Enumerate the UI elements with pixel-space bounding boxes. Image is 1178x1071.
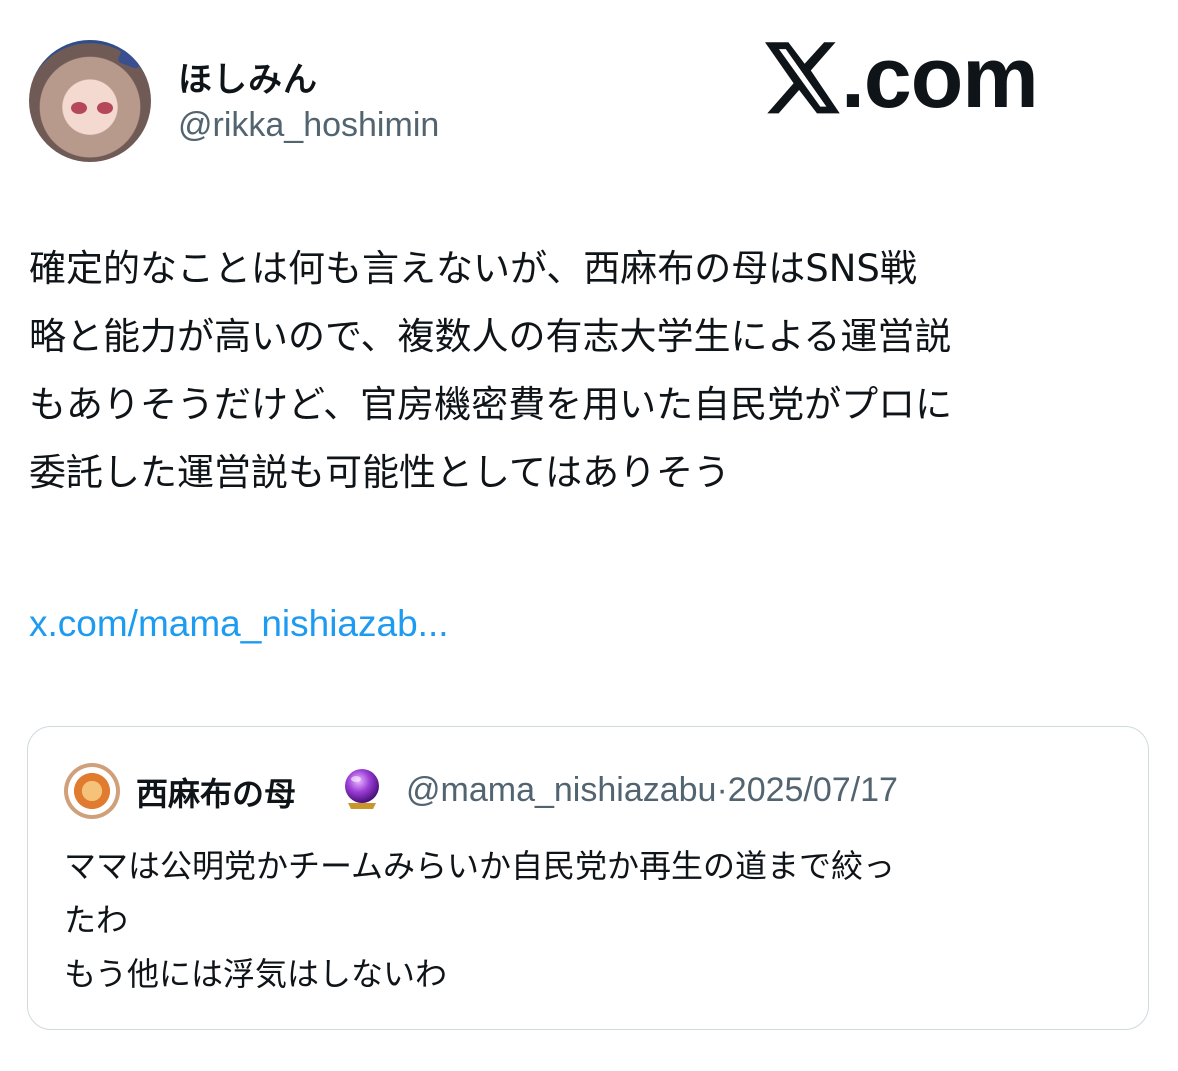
quoted-tweet-line: ママは公明党かチームみらいか自民党か再生の道まで絞っ [64,847,896,885]
quoted-author-handle[interactable]: @mama_nishiazabu [406,771,716,809]
quoted-author-meta: @mama_nishiazabu·2025/07/17 [406,771,898,810]
quoted-tweet-card[interactable]: 西麻布の母 @mama_nishiazabu·2025/07/17 ママは公明党… [27,726,1149,1030]
tweet-line: 略と能力が高いので、複数人の有志大学生による運営説 [29,315,952,358]
x-com-branding: .com [765,30,1039,126]
quoted-author-display-name[interactable]: 西麻布の母 [136,769,296,815]
quoted-tweet-line: たわ [64,901,129,939]
author-handle[interactable]: @rikka_hoshimin [178,106,439,145]
author-avatar[interactable] [29,40,151,162]
tweet-line: 委託した運営説も可能性としてはありそう [29,451,731,494]
quoted-tweet-line: もう他には浮気はしないわ [64,955,448,993]
tweet-link[interactable]: x.com/mama_nishiazab... [29,603,449,645]
crystal-ball-icon [345,769,379,809]
quoted-author-avatar[interactable] [64,763,120,819]
tweet-body: 確定的なことは何も言えないが、西麻布の母はSNS戦 略と能力が高いので、複数人の… [29,235,1159,507]
quoted-tweet-body: ママは公明党かチームみらいか自民党か再生の道まで絞っ たわ もう他には浮気はしな… [64,839,1114,1001]
tweet-line: 確定的なことは何も言えないが、西麻布の母はSNS戦 [29,247,917,290]
avatar-eye-right [97,102,113,114]
brand-domain-text: .com [841,30,1039,126]
tweet-line: もありそうだけど、官房機密費を用いた自民党がプロに [29,383,953,426]
quoted-tweet-date[interactable]: 2025/07/17 [728,771,898,809]
author-display-name[interactable]: ほしみん [178,52,318,101]
x-logo-icon [765,42,840,114]
avatar-eye-left [71,102,87,114]
meta-separator: · [716,771,728,809]
avatar-hair-ribbon [117,48,143,70]
